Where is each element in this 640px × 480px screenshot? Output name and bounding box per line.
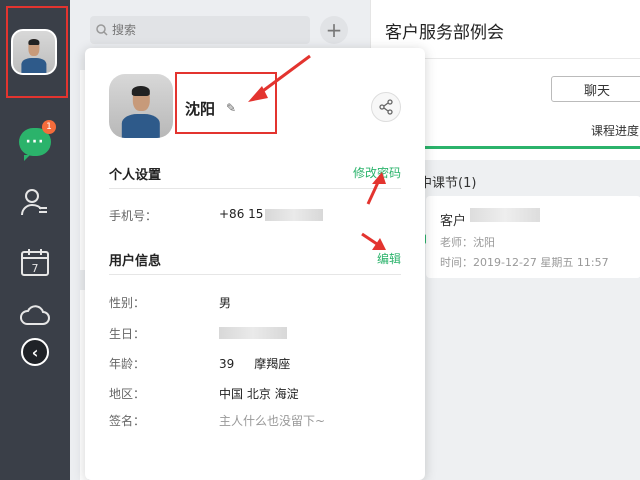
collapse-icon: ‹ xyxy=(21,338,49,366)
region-value: 中国 北京 海淀 xyxy=(219,387,299,401)
age-value: 39 摩羯座 xyxy=(219,355,290,372)
birthday-label: 生日： xyxy=(109,327,146,341)
calendar-icon: 7 xyxy=(21,249,49,276)
age-label: 年龄： xyxy=(109,357,146,371)
divider xyxy=(109,274,401,275)
section-label: 中课节(1) xyxy=(419,176,477,191)
avatar-photo xyxy=(21,38,47,73)
add-button[interactable]: + xyxy=(320,16,348,44)
divider xyxy=(109,188,401,189)
search-box[interactable] xyxy=(90,16,310,44)
signature-label: 签名： xyxy=(109,414,146,428)
phone-label: 手机号： xyxy=(109,209,158,223)
collapse-nav[interactable]: ‹ xyxy=(0,332,70,372)
personal-settings-title: 个人设置 xyxy=(109,168,162,183)
user-info-title: 用户信息 xyxy=(109,254,162,269)
chat-badge: 1 xyxy=(42,120,56,134)
profile-name: 沈阳 xyxy=(185,100,216,118)
redacted-phone xyxy=(265,208,324,221)
gender-label: 性别： xyxy=(109,296,146,310)
gender-value: 男 xyxy=(219,296,232,310)
chat-nav[interactable]: ··· 1 xyxy=(0,120,70,162)
cloud-icon xyxy=(20,305,50,325)
share-button[interactable] xyxy=(371,92,401,122)
avatar-photo xyxy=(121,85,161,138)
time-label: 时间：2019-12-27 星期五 11:57 xyxy=(440,256,609,269)
chat-title: 客户服务部例会 xyxy=(385,23,504,43)
signature-value: 主人什么也没留下~ xyxy=(219,414,326,428)
cloud-nav[interactable] xyxy=(0,296,70,336)
zodiac: 摩羯座 xyxy=(254,357,291,371)
app-sidebar: ··· 1 7 ‹ xyxy=(0,0,70,480)
customer-name: 客户 xyxy=(440,214,467,229)
contacts-nav[interactable] xyxy=(0,182,70,222)
search-input[interactable] xyxy=(112,23,292,37)
phone-value: +86 15 xyxy=(219,207,324,221)
contacts-icon xyxy=(21,189,47,216)
birthday-value xyxy=(219,325,287,339)
tab-indicator xyxy=(421,146,640,149)
edit-name-icon[interactable]: ✎ xyxy=(226,101,236,115)
share-icon xyxy=(379,99,393,115)
svg-text:7: 7 xyxy=(32,262,39,275)
redacted-name xyxy=(470,208,540,222)
change-password-link[interactable]: 修改密码 xyxy=(353,164,401,181)
tab-course-progress[interactable]: 课程进度 xyxy=(591,122,639,139)
phone-prefix: +86 15 xyxy=(219,207,264,221)
profile-avatar[interactable] xyxy=(109,74,173,138)
age-number: 39 xyxy=(219,357,235,371)
lesson-card[interactable]: 客户 老师：沈阳 时间：2019-12-27 星期五 11:57 xyxy=(426,196,640,278)
edit-link[interactable]: 编辑 xyxy=(377,250,401,267)
user-avatar[interactable] xyxy=(11,29,57,75)
teacher-label: 老师：沈阳 xyxy=(440,236,495,249)
chat-button[interactable]: 聊天 xyxy=(551,76,640,102)
redacted-birthday xyxy=(219,326,287,339)
region-label: 地区： xyxy=(109,387,146,401)
search-icon xyxy=(96,24,108,36)
calendar-nav[interactable]: 7 xyxy=(0,242,70,282)
profile-popup: 沈阳 ✎ 个人设置 修改密码 手机号： +86 15 用户信息 编辑 性别： 男… xyxy=(85,48,425,480)
